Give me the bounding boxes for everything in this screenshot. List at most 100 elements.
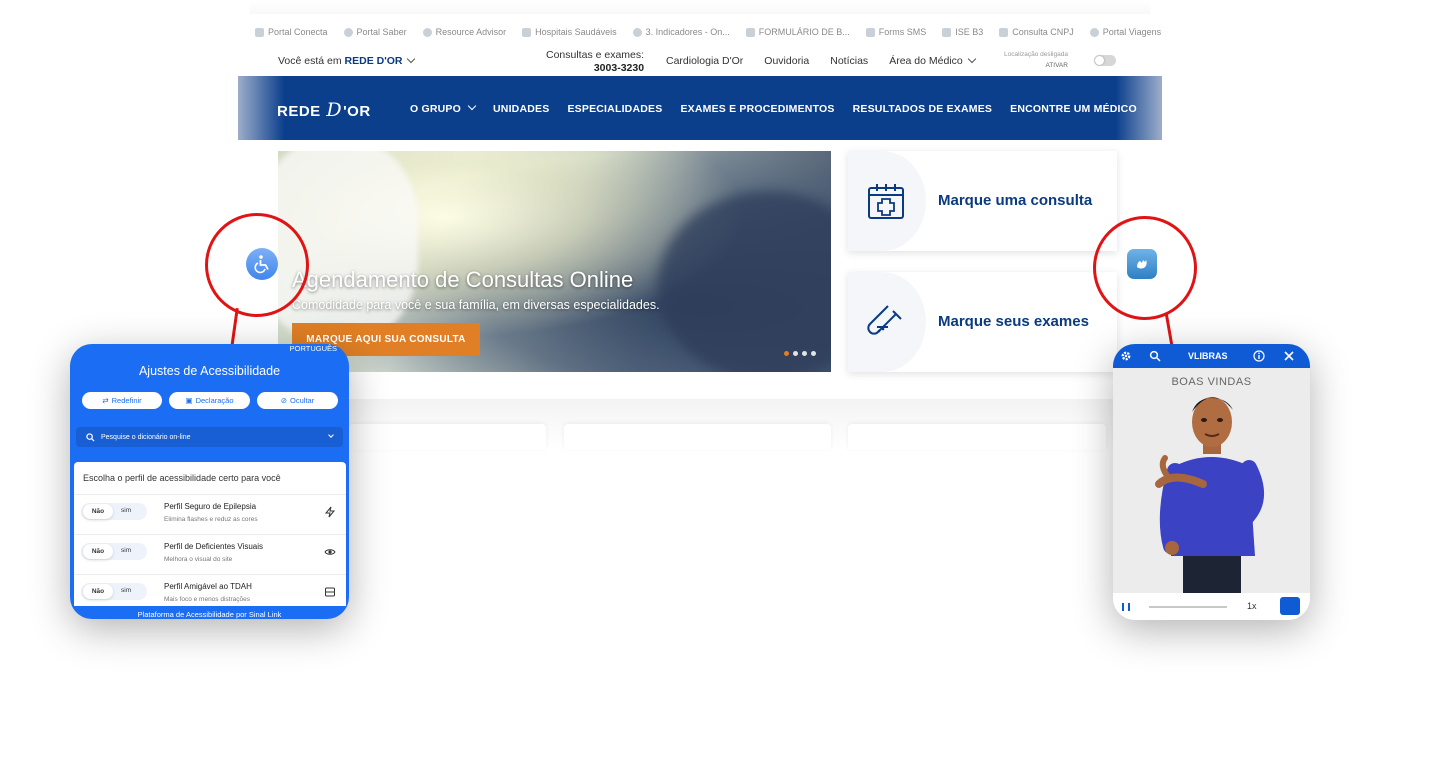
profiles-heading: Escolha o perfil de acessibilidade certo… — [83, 473, 281, 483]
profile-desc: Melhora o visual do site — [164, 556, 233, 563]
profile-desc: Mais foco e menos distrações — [164, 596, 250, 603]
profile-toggle[interactable]: Não sim — [81, 583, 147, 600]
link-noticias[interactable]: Notícias — [830, 55, 868, 67]
eye-icon — [324, 549, 336, 555]
carousel-dot[interactable] — [784, 351, 789, 356]
profile-desc: Elimina flashes e reduz as cores — [164, 516, 258, 523]
link-area-medico[interactable]: Área do Médico — [889, 54, 976, 67]
content-card — [349, 424, 546, 450]
search-icon[interactable] — [1149, 350, 1161, 362]
cloud-icon — [632, 27, 642, 37]
nav-item-encontre-medico[interactable]: ENCONTRE UM MÉDICO — [1010, 103, 1137, 115]
hero-title: Agendamento de Consultas Online — [292, 267, 634, 292]
sign-language-hands-icon — [1137, 260, 1147, 269]
carousel-dot[interactable] — [802, 351, 807, 356]
bookmark-item[interactable]: 3. Indicadores - On... — [632, 27, 730, 37]
monitor-icon: ▣ — [185, 396, 193, 405]
profiles-section: Escolha o perfil de acessibilidade certo… — [74, 462, 346, 606]
schedule-appointment-card[interactable]: Marque uma consulta — [848, 151, 1117, 251]
close-icon[interactable] — [1283, 350, 1295, 362]
bookmark-item[interactable]: Resource Advisor — [422, 27, 506, 37]
geolocation-toggle[interactable] — [1094, 55, 1116, 66]
bookmark-item[interactable]: Hospitais Saudáveis — [522, 27, 617, 37]
globe-icon — [343, 27, 353, 37]
carousel-dot[interactable] — [793, 351, 798, 356]
vlibras-controls: 1x — [1113, 593, 1310, 620]
bookmark-item[interactable]: Consulta CNPJ — [999, 27, 1074, 37]
schedule-exams-card[interactable]: Marque seus exames — [848, 272, 1117, 372]
search-placeholder: Pesquise o dicionário on-line — [101, 433, 191, 441]
chevron-down-icon — [328, 432, 334, 438]
profile-row-adhd: Não sim Perfil Amigável ao TDAH Mais foco… — [74, 574, 346, 606]
globe-icon — [1089, 27, 1099, 37]
bookmarks-bar: Portal Conecta Portal Saber Resource Adv… — [255, 24, 1161, 40]
wheelchair-icon — [254, 255, 269, 274]
sign-language-avatar — [1155, 397, 1264, 596]
subtitles-icon[interactable] — [1280, 597, 1300, 615]
page: Portal Conecta Portal Saber Resource Adv… — [0, 0, 1452, 761]
profile-toggle[interactable]: Não sim — [81, 543, 147, 560]
link-cardiologia[interactable]: Cardiologia D'Or — [666, 55, 743, 67]
accessibility-button[interactable] — [246, 248, 278, 280]
phone-info: Consultas e exames: 3003-3230 — [546, 49, 644, 75]
carousel-dot[interactable] — [811, 351, 816, 356]
bookmark-item[interactable]: Portal Saber — [343, 27, 407, 37]
content-card — [848, 424, 1106, 450]
form-icon — [745, 27, 755, 37]
callout-tail — [230, 307, 239, 349]
focus-icon — [325, 587, 335, 597]
calendar-medical-icon — [868, 184, 904, 219]
form-icon — [865, 27, 875, 37]
vlibras-header: VLIBRAS — [1113, 344, 1310, 368]
hero-subtitle: Comodidade para você e sua família, em d… — [292, 298, 660, 312]
profile-title: Perfil Amigável ao TDAH — [164, 582, 252, 591]
playback-progress[interactable] — [1149, 606, 1227, 608]
carousel-dots — [784, 351, 816, 356]
nav-item-grupo[interactable]: O GRUPO — [410, 101, 477, 115]
bookmark-item[interactable]: Portal Viagens — [1089, 27, 1161, 37]
accessibility-footer[interactable]: Plataforma de Acessibilidade por Sinal L… — [70, 610, 349, 619]
profile-title: Perfil de Deficientes Visuais — [164, 542, 264, 551]
hero-banner[interactable]: Agendamento de Consultas Online Comodida… — [278, 151, 831, 372]
eye-slash-icon: ⊘ — [280, 396, 288, 405]
location-selector[interactable]: Você está em REDE D'OR — [278, 54, 416, 67]
bookmark-item[interactable]: FORMULÁRIO DE B... — [745, 27, 850, 37]
rede-dor-logo[interactable]: REDE D'OR — [277, 99, 371, 121]
nav-item-unidades[interactable]: UNIDADES — [493, 103, 549, 115]
dictionary-search[interactable]: Pesquise o dicionário on-line — [76, 427, 343, 447]
accessibility-actions: ⇄ Redefinir ▣ Declaração ⊘ Ocultar — [82, 392, 338, 409]
test-tube-icon — [867, 305, 902, 335]
bookmark-item[interactable]: Portal Conecta — [255, 27, 328, 37]
playback-speed[interactable]: 1x — [1247, 601, 1257, 611]
nav-items: O GRUPO UNIDADES ESPECIALIDADES EXAMES E… — [410, 101, 1137, 115]
bookmark-icon — [522, 27, 532, 37]
phone-number[interactable]: 3003-3230 — [546, 62, 644, 75]
profile-toggle[interactable]: Não sim — [81, 503, 147, 520]
info-icon[interactable] — [1253, 350, 1265, 362]
hero-photo-sleeve — [658, 191, 831, 372]
pause-icon[interactable] — [1122, 603, 1130, 611]
nav-item-exames[interactable]: EXAMES E PROCEDIMENTOS — [680, 103, 834, 115]
nav-item-resultados[interactable]: RESULTADOS DE EXAMES — [853, 103, 993, 115]
language-selector[interactable]: PORTUGUÊS — [290, 344, 337, 353]
bookmark-icon — [255, 27, 264, 37]
card-label: Marque seus exames — [938, 313, 1089, 330]
accessibility-panel: PORTUGUÊS Ajustes de Acessibilidade ⇄ Red… — [70, 344, 349, 619]
search-icon — [86, 432, 95, 442]
bookmark-item[interactable]: Forms SMS — [865, 27, 926, 37]
gear-icon[interactable] — [1120, 350, 1132, 362]
content-card — [564, 424, 831, 450]
bookmark-item[interactable]: ISE B3 — [942, 27, 983, 37]
vlibras-button[interactable] — [1127, 249, 1157, 279]
hide-button[interactable]: ⊘ Ocultar — [257, 392, 338, 409]
vlibras-title: VLIBRAS — [1188, 351, 1228, 361]
reset-button[interactable]: ⇄ Redefinir — [82, 392, 162, 409]
geolocation-status: Localização desligada ATIVAR — [1004, 51, 1068, 69]
link-ouvidoria[interactable]: Ouvidoria — [764, 55, 809, 67]
profile-title: Perfil Seguro de Epilepsia — [164, 502, 257, 511]
accessibility-panel-title: Ajustes de Acessibilidade — [138, 364, 281, 378]
nav-item-especialidades[interactable]: ESPECIALIDADES — [567, 103, 662, 115]
utility-bar: Você está em REDE D'OR Consultas e exame… — [238, 44, 1162, 76]
statement-button[interactable]: ▣ Declaração — [169, 392, 250, 409]
chevron-down-icon — [467, 101, 477, 111]
